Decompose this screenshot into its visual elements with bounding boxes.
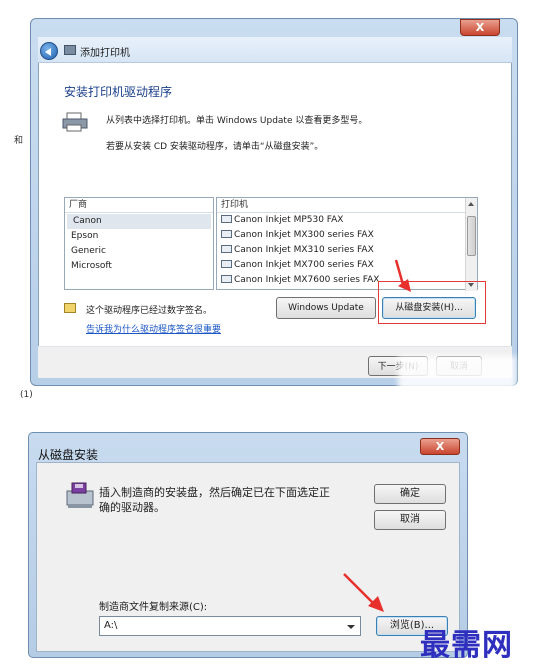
- printer-model-icon: [221, 260, 232, 268]
- printer-model-label: Canon Inkjet MX700 series FAX: [234, 260, 374, 270]
- printer-icon: [62, 112, 88, 132]
- printer-list[interactable]: 打印机 Canon Inkjet MP530 FAX Canon Inkjet …: [216, 197, 478, 291]
- manufacturer-item[interactable]: Canon: [67, 214, 211, 229]
- printer-model-icon: [221, 230, 232, 238]
- copy-source-label: 制造商文件复制来源(C):: [99, 602, 208, 613]
- have-disk-button[interactable]: 从磁盘安装(H)...: [382, 297, 476, 319]
- chevron-down-icon[interactable]: [347, 625, 355, 629]
- manufacturer-item[interactable]: Generic: [65, 244, 213, 259]
- printer-model-icon: [221, 275, 232, 283]
- install-disk-icon: [66, 482, 94, 508]
- printer-model-label: Canon Inkjet MP530 FAX: [234, 215, 344, 225]
- blurred-overlay: [398, 356, 516, 396]
- insert-disk-message-line-2: 确的驱动器。: [99, 501, 165, 514]
- copy-source-combobox[interactable]: A:\: [99, 616, 361, 636]
- window-title: 添加打印机: [80, 48, 130, 59]
- windows-update-button[interactable]: Windows Update: [276, 297, 376, 319]
- printer-small-icon: [64, 45, 76, 55]
- install-from-disk-title: 从磁盘安装: [38, 448, 99, 462]
- printer-list-scrollbar[interactable]: [465, 198, 477, 291]
- cancel-button[interactable]: 取消: [374, 510, 446, 530]
- site-watermark: 最需网: [420, 628, 513, 663]
- manufacturer-list-header: 厂商: [65, 198, 213, 213]
- printer-model-icon: [221, 215, 232, 223]
- background-text-fragment: 和: [14, 136, 24, 146]
- printer-model-label: Canon Inkjet MX7600 series FAX: [234, 275, 380, 285]
- scrollbar-thumb[interactable]: [467, 216, 476, 256]
- printer-list-item[interactable]: Canon Inkjet MX700 series FAX: [217, 258, 477, 273]
- signed-driver-icon: [64, 303, 76, 313]
- printer-list-item[interactable]: Canon Inkjet MP530 FAX: [217, 213, 477, 228]
- printer-list-header: 打印机: [217, 198, 477, 213]
- page-heading: 安装打印机驱动程序: [64, 85, 173, 99]
- manufacturer-list[interactable]: 厂商 Canon Epson Generic Microsoft: [64, 197, 214, 290]
- copy-source-value: A:\: [104, 620, 118, 631]
- manufacturer-item[interactable]: Microsoft: [65, 259, 213, 274]
- printer-list-item[interactable]: Canon Inkjet MX300 series FAX: [217, 228, 477, 243]
- background-text-fragment: (1): [20, 390, 33, 400]
- ok-button[interactable]: 确定: [374, 484, 446, 504]
- printer-model-label: Canon Inkjet MX300 series FAX: [234, 230, 374, 240]
- scroll-up-icon[interactable]: [468, 202, 474, 206]
- window-close-button[interactable]: X: [460, 19, 500, 36]
- instruction-text-2: 若要从安装 CD 安装驱动程序，请单击“从磁盘安装”。: [106, 142, 324, 152]
- manufacturer-item[interactable]: Epson: [65, 229, 213, 244]
- printer-model-label: Canon Inkjet MX310 series FAX: [234, 245, 374, 255]
- driver-signing-link[interactable]: 告诉我为什么驱动程序签名很重要: [86, 322, 221, 335]
- instruction-text-1: 从列表中选择打印机。单击 Windows Update 以查看更多型号。: [106, 116, 368, 126]
- insert-disk-message-line-1: 插入制造商的安装盘，然后确定已在下面选定正: [99, 486, 330, 499]
- printer-model-icon: [221, 245, 232, 253]
- printer-list-item[interactable]: Canon Inkjet MX310 series FAX: [217, 243, 477, 258]
- back-arrow-button[interactable]: [40, 42, 58, 60]
- window-close-button[interactable]: X: [420, 438, 460, 455]
- signed-driver-text: 这个驱动程序已经过数字签名。: [86, 306, 213, 316]
